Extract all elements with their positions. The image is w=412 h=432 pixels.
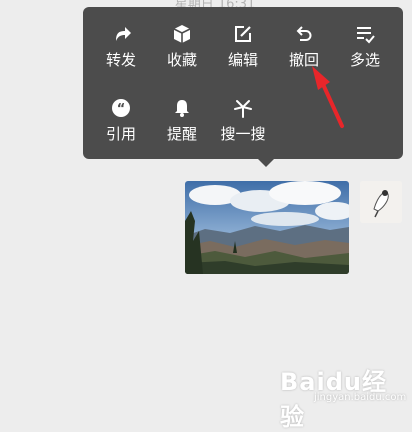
menu-pointer-arrow	[258, 159, 274, 167]
menu-item-search[interactable]: 搜一搜	[213, 97, 273, 157]
menu-item-label: 编辑	[227, 51, 258, 69]
menu-item-edit[interactable]: 编辑	[213, 23, 273, 83]
svg-text:“: “	[117, 102, 126, 117]
watermark-url: jingyan.baidu.com	[314, 392, 407, 403]
menu-item-remind[interactable]: 提醒	[152, 97, 212, 157]
baidu-jingyan-watermark: Baidu经验 jingyan.baidu.com	[280, 358, 410, 431]
multi-select-icon	[335, 23, 395, 45]
menu-item-label: 引用	[105, 125, 136, 143]
sender-avatar[interactable]	[360, 181, 402, 223]
menu-item-label: 提醒	[166, 125, 197, 143]
red-annotation-arrow	[312, 66, 344, 128]
recall-undo-icon	[274, 23, 334, 45]
menu-item-quote[interactable]: “ 引用	[91, 97, 151, 157]
bell-icon	[152, 97, 212, 119]
search-sparkle-icon	[213, 97, 273, 119]
image-message[interactable]	[185, 181, 349, 274]
avatar-illustration	[360, 181, 402, 223]
favorite-cube-icon	[152, 23, 212, 45]
menu-item-label: 转发	[105, 51, 136, 69]
menu-item-forward[interactable]: 转发	[91, 23, 151, 83]
menu-item-label: 收藏	[166, 51, 197, 69]
forward-icon	[91, 23, 151, 45]
menu-item-label: 搜一搜	[220, 125, 266, 143]
edit-icon	[213, 23, 273, 45]
landscape-photo	[185, 181, 349, 274]
menu-item-favorite[interactable]: 收藏	[152, 23, 212, 83]
quote-icon: “	[91, 97, 151, 119]
